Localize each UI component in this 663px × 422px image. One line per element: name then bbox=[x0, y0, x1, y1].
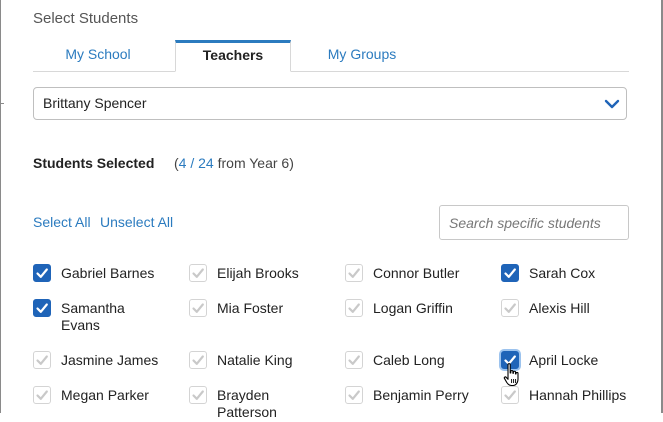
checkmark-icon bbox=[504, 390, 516, 400]
student-name: Connor Butler bbox=[373, 265, 460, 281]
student-item[interactable]: Connor Butler bbox=[345, 264, 475, 300]
tab-my-groups[interactable]: My Groups bbox=[303, 40, 421, 71]
checkmark-icon bbox=[348, 355, 360, 365]
checkmark-icon bbox=[504, 303, 516, 313]
tab-teachers[interactable]: Teachers bbox=[175, 40, 291, 72]
checkmark-icon bbox=[348, 303, 360, 313]
checkmark-icon bbox=[504, 355, 516, 365]
student-name: Natalie King bbox=[217, 352, 293, 368]
teacher-select-value: Brittany Spencer bbox=[43, 95, 147, 111]
student-item[interactable]: April Locke bbox=[501, 351, 631, 387]
student-checkbox[interactable] bbox=[189, 386, 207, 404]
student-item[interactable]: Caleb Long bbox=[345, 351, 475, 387]
checkmark-icon bbox=[192, 390, 204, 400]
student-checkbox[interactable] bbox=[501, 351, 519, 369]
student-checkbox[interactable] bbox=[189, 264, 207, 282]
checkmark-icon bbox=[36, 303, 48, 313]
student-item[interactable]: Logan Griffin bbox=[345, 299, 475, 335]
student-name: Mia Foster bbox=[217, 300, 284, 316]
student-item[interactable]: Sarah Cox bbox=[501, 264, 631, 300]
tab-bar: My School Teachers My Groups bbox=[33, 40, 629, 72]
student-name: Elijah Brooks bbox=[217, 265, 299, 281]
student-name: Jasmine James bbox=[61, 352, 159, 368]
student-checkbox[interactable] bbox=[33, 386, 51, 404]
unselect-all-link[interactable]: Unselect All bbox=[100, 214, 173, 230]
student-checkbox[interactable] bbox=[501, 386, 519, 404]
checkmark-icon bbox=[192, 303, 204, 313]
student-checkbox[interactable] bbox=[189, 351, 207, 369]
checkmark-icon bbox=[36, 355, 48, 365]
student-name: Samantha Evans bbox=[61, 300, 125, 333]
student-name: Sarah Cox bbox=[529, 265, 596, 281]
selection-count-suffix: from Year 6) bbox=[213, 155, 294, 171]
search-students-input[interactable] bbox=[439, 205, 629, 240]
checkmark-icon bbox=[348, 390, 360, 400]
checkmark-icon bbox=[504, 268, 516, 278]
student-item[interactable]: Benjamin Perry bbox=[345, 386, 475, 422]
dialog-border-tick bbox=[1, 103, 4, 104]
student-name: Benjamin Perry bbox=[373, 387, 469, 403]
teacher-select[interactable]: Brittany Spencer bbox=[33, 87, 627, 120]
student-item[interactable]: Natalie King bbox=[189, 351, 319, 387]
student-item[interactable]: Brayden Patterson bbox=[189, 386, 319, 422]
checkmark-icon bbox=[36, 268, 48, 278]
tab-my-school[interactable]: My School bbox=[33, 40, 163, 71]
checkmark-icon bbox=[192, 268, 204, 278]
checkmark-icon bbox=[348, 268, 360, 278]
student-item[interactable]: Gabriel Barnes bbox=[33, 264, 163, 300]
students-selected-title: Students Selected bbox=[33, 155, 155, 171]
student-checkbox[interactable] bbox=[345, 351, 363, 369]
selection-count-total: 24 bbox=[198, 155, 214, 171]
student-name: Logan Griffin bbox=[373, 300, 453, 316]
dialog-left-border bbox=[0, 0, 1, 413]
dialog-title: Select Students bbox=[33, 10, 139, 27]
student-checkbox[interactable] bbox=[33, 351, 51, 369]
student-checkbox[interactable] bbox=[345, 264, 363, 282]
student-checkbox[interactable] bbox=[345, 299, 363, 317]
student-name: Hannah Phillips bbox=[529, 387, 627, 403]
student-item[interactable]: Hannah Phillips bbox=[501, 386, 631, 422]
student-item[interactable]: Jasmine James bbox=[33, 351, 163, 387]
selection-count: (4 / 24 from Year 6) bbox=[174, 155, 294, 171]
student-checkbox[interactable] bbox=[33, 264, 51, 282]
student-checkbox[interactable] bbox=[501, 264, 519, 282]
student-checkbox[interactable] bbox=[345, 386, 363, 404]
checkmark-icon bbox=[192, 355, 204, 365]
student-name: Gabriel Barnes bbox=[61, 265, 155, 281]
select-all-link[interactable]: Select All bbox=[33, 214, 91, 230]
student-item[interactable]: Elijah Brooks bbox=[189, 264, 319, 300]
student-item[interactable]: Samantha Evans bbox=[33, 299, 163, 335]
student-name: Brayden Patterson bbox=[217, 387, 277, 420]
student-name: Caleb Long bbox=[373, 352, 445, 368]
student-item[interactable]: Megan Parker bbox=[33, 386, 163, 422]
student-name: April Locke bbox=[529, 352, 599, 368]
chevron-down-icon bbox=[604, 99, 620, 109]
student-checkbox[interactable] bbox=[189, 299, 207, 317]
checkmark-icon bbox=[36, 390, 48, 400]
student-item[interactable]: Alexis Hill bbox=[501, 299, 631, 335]
student-item[interactable]: Mia Foster bbox=[189, 299, 319, 335]
selection-count-separator: / bbox=[186, 155, 199, 171]
student-checkbox[interactable] bbox=[33, 299, 51, 317]
student-name: Alexis Hill bbox=[529, 300, 590, 316]
student-name: Megan Parker bbox=[61, 387, 149, 403]
student-checkbox[interactable] bbox=[501, 299, 519, 317]
